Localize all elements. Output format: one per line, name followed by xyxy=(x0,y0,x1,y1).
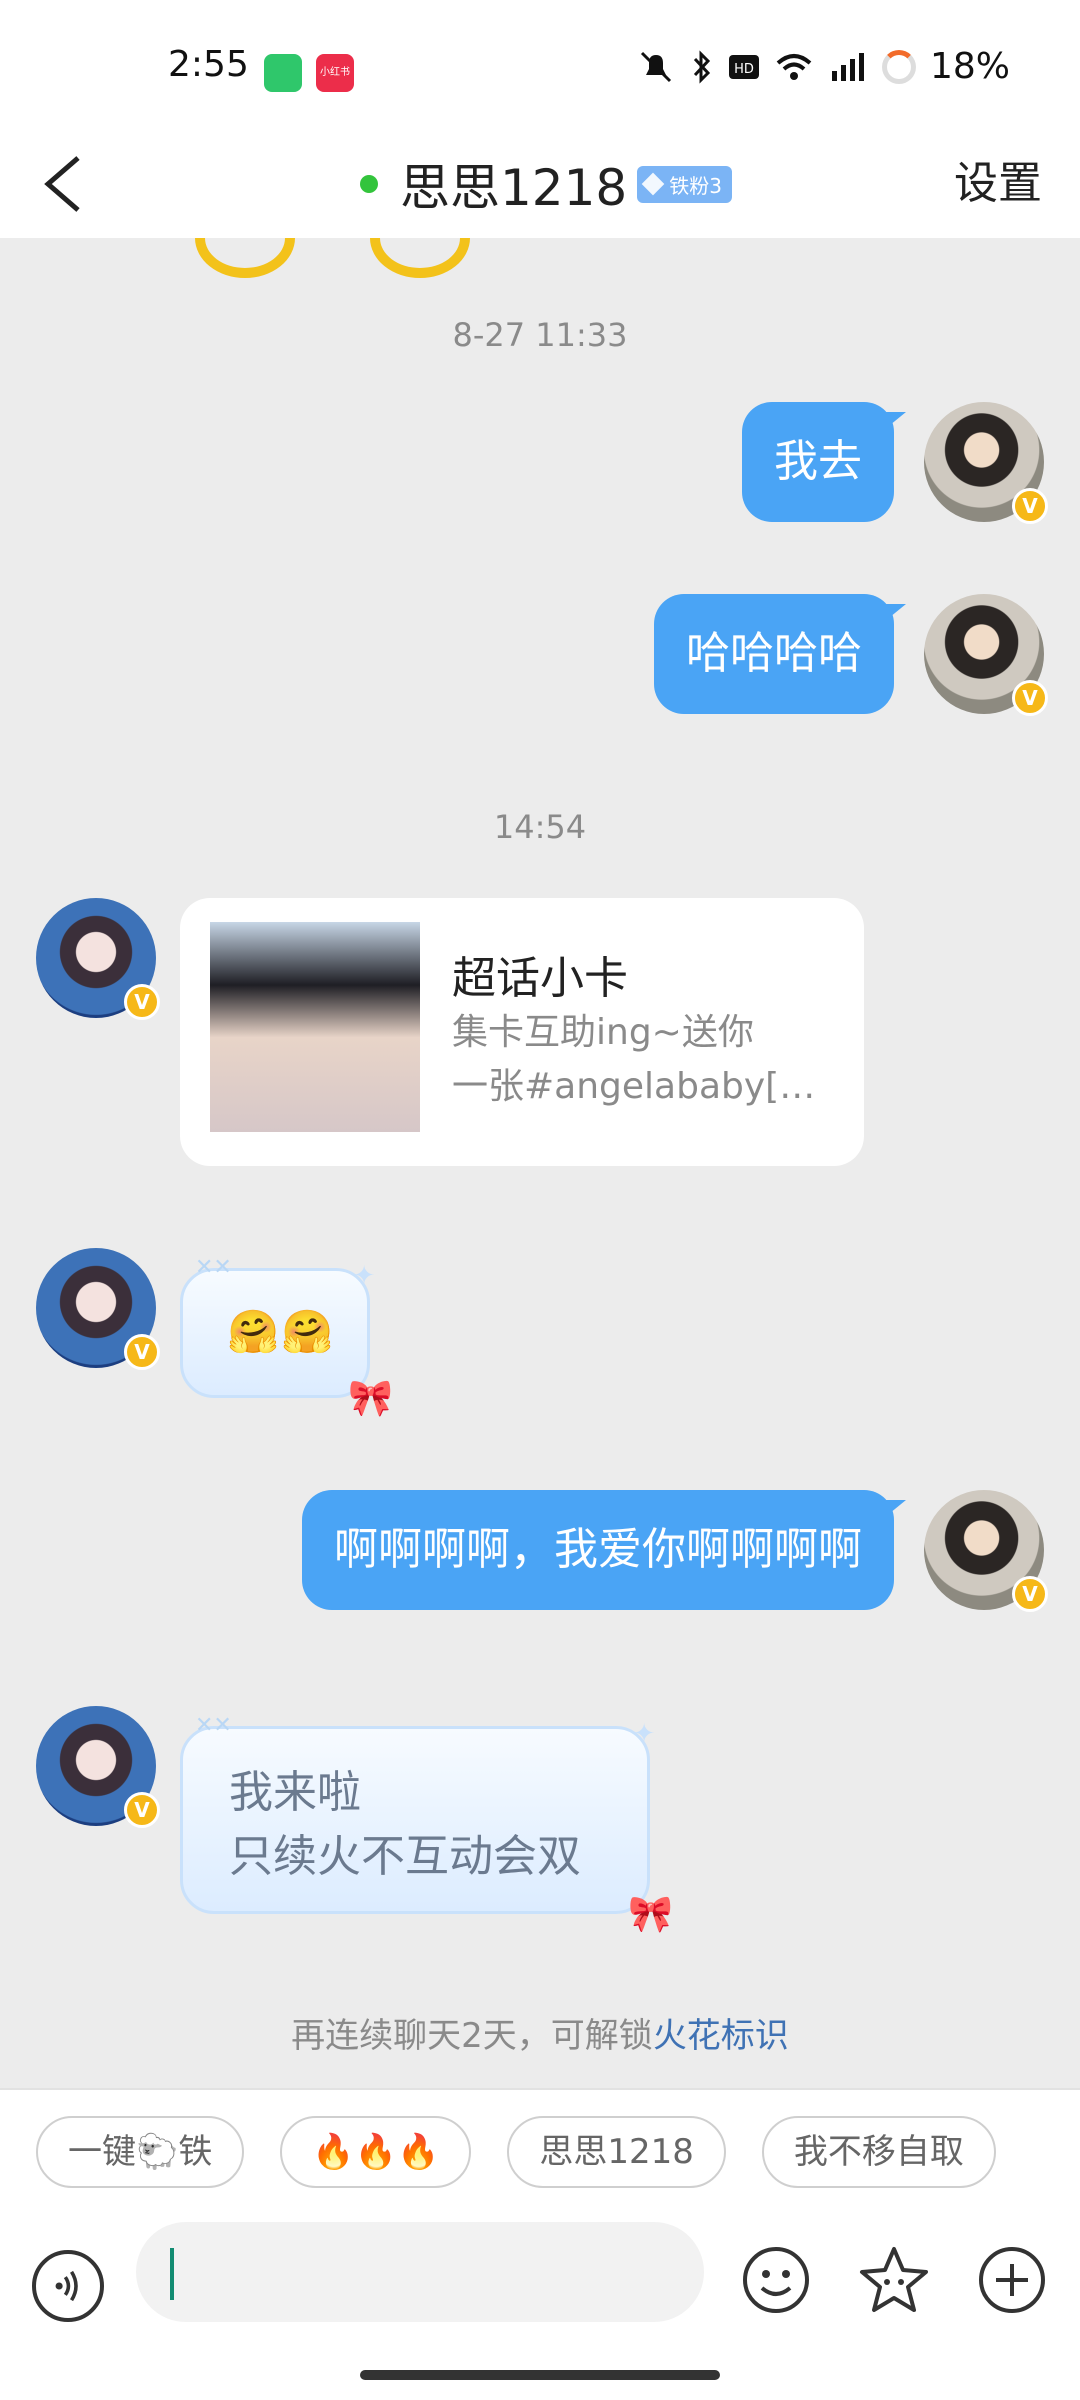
bow-icon: 🎀 xyxy=(348,1378,393,1419)
fan-level-badge: 铁粉3 xyxy=(637,165,732,203)
streak-hint: 再连续聊天2天，可解锁火花标识 xyxy=(0,2008,1080,2057)
svg-text:HD: HD xyxy=(734,62,754,77)
message-list[interactable]: 8-27 11:33 我去 V 哈哈哈哈 V 14:54 V 超话小卡 集卡互助… xyxy=(0,238,1080,2088)
super-topic-card[interactable]: 超话小卡 集卡互助ing~送你 一张#angelababy[超... xyxy=(180,898,864,1166)
verified-badge-icon: V xyxy=(1012,1576,1048,1612)
message-timestamp: 8-27 11:33 xyxy=(452,316,628,354)
hug-emoji: 🤗🤗 xyxy=(227,1307,336,1356)
message-input[interactable] xyxy=(136,2222,704,2322)
decorated-message-bubble[interactable]: ✕✕ ✦ 🎀 我来啦 只续火不互动会双 xyxy=(180,1713,673,1935)
hd-icon: HD xyxy=(728,54,759,79)
online-status-dot xyxy=(360,175,378,193)
settings-button[interactable]: 设置 xyxy=(954,146,1042,222)
add-more-icon[interactable] xyxy=(976,2244,1048,2316)
spark-badge-link[interactable]: 火花标识 xyxy=(653,2016,789,2056)
emoji-icon[interactable] xyxy=(740,2244,812,2316)
sparkle-icon: ✦ xyxy=(633,1719,655,1749)
decor-xx-icon: ✕✕ xyxy=(195,1255,232,1280)
emoji-peek xyxy=(370,238,470,278)
bow-icon: 🎀 xyxy=(628,1894,673,1935)
back-arrow-icon[interactable] xyxy=(38,146,98,222)
message-timestamp: 14:54 xyxy=(493,808,587,846)
message-text: 我来啦 只续火不互动会双 xyxy=(229,1761,581,1889)
contact-avatar[interactable]: V xyxy=(36,898,160,1020)
status-bar: 2:55 小红书 HD 18% xyxy=(0,0,1080,130)
message-line: 只续火不互动会双 xyxy=(229,1831,581,1882)
status-time: 2:55 xyxy=(168,44,249,85)
my-message-bubble[interactable]: 啊啊啊啊，我爱你啊啊啊啊 xyxy=(302,1490,906,1610)
signal-5g-icon xyxy=(831,52,864,81)
my-avatar[interactable]: V xyxy=(924,402,1048,524)
my-message-bubble[interactable]: 哈哈哈哈 xyxy=(654,594,906,714)
fan-level-label: 铁粉3 xyxy=(669,173,722,198)
quick-reply-chip[interactable]: 我不移自取 xyxy=(761,2116,996,2188)
verified-badge-icon: V xyxy=(1012,488,1048,524)
diamond-icon xyxy=(641,172,665,196)
my-message-bubble[interactable]: 我去 xyxy=(742,402,906,522)
bluetooth-icon xyxy=(693,49,711,84)
card-desc-line: 一张#angelababy[超... xyxy=(452,1066,842,1107)
card-desc-line: 集卡互助ing~送你 xyxy=(452,1012,754,1053)
wifi-icon xyxy=(776,53,812,80)
status-icons: HD 18% xyxy=(636,46,1010,87)
text-caret xyxy=(170,2248,174,2300)
chat-title-group[interactable]: 思思1218 铁粉3 xyxy=(360,142,732,226)
emoji-message-bubble[interactable]: ✕✕ ✦ 🎀 🤗🤗 xyxy=(180,1255,393,1419)
verified-badge-icon: V xyxy=(124,1792,160,1828)
home-indicator[interactable] xyxy=(360,2370,720,2380)
my-avatar[interactable]: V xyxy=(924,1490,1048,1612)
sticker-star-icon[interactable] xyxy=(858,2244,930,2316)
sparkle-icon: ✦ xyxy=(353,1261,375,1291)
battery-ring-icon xyxy=(881,49,916,84)
message-line: 我来啦 xyxy=(229,1767,361,1818)
quick-reply-bar: 一键🐑铁 🔥🔥🔥 思思1218 我不移自取 xyxy=(0,2088,1080,2214)
chat-title: 思思1218 xyxy=(400,159,628,217)
card-thumbnail xyxy=(210,922,420,1132)
streak-hint-text: 再连续聊天2天，可解锁 xyxy=(291,2016,653,2056)
xiaohongshu-app-icon: 小红书 xyxy=(316,54,354,92)
verified-badge-icon: V xyxy=(124,1334,160,1370)
contact-avatar[interactable]: V xyxy=(36,1706,160,1828)
voice-input-icon[interactable] xyxy=(32,2250,104,2322)
verified-badge-icon: V xyxy=(124,984,160,1020)
quick-reply-chip[interactable]: 思思1218 xyxy=(507,2116,726,2188)
card-title: 超话小卡 xyxy=(452,953,628,1004)
verified-badge-icon: V xyxy=(1012,680,1048,716)
quick-reply-chip[interactable]: 🔥🔥🔥 xyxy=(280,2116,472,2188)
my-avatar[interactable]: V xyxy=(924,594,1048,716)
emoji-peek xyxy=(195,238,295,278)
contact-avatar[interactable]: V xyxy=(36,1248,160,1370)
chat-header: 思思1218 铁粉3 设置 xyxy=(0,130,1080,238)
mute-icon xyxy=(640,51,672,82)
quick-reply-chip[interactable]: 一键🐑铁 xyxy=(36,2116,245,2188)
card-description: 集卡互助ing~送你 一张#angelababy[超... xyxy=(452,1006,842,1114)
decor-xx-icon: ✕✕ xyxy=(195,1713,232,1738)
battery-percent: 18% xyxy=(929,46,1010,87)
battery-saver-app-icon xyxy=(264,54,302,92)
